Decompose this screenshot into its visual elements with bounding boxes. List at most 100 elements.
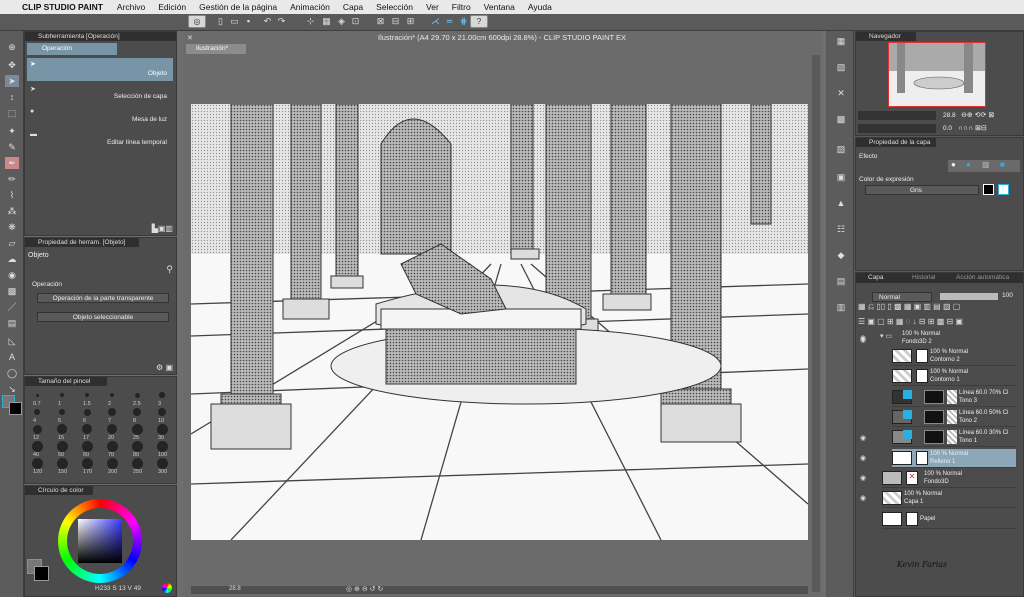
transform-icon[interactable]: ⊹: [305, 16, 316, 27]
drawing-canvas[interactable]: [191, 104, 808, 540]
tab-navegador[interactable]: Navegador: [856, 32, 916, 41]
eraser-tool-icon[interactable]: ▱: [5, 237, 19, 249]
menu-seleccion[interactable]: Selección: [376, 2, 413, 12]
blend-mode-dropdown[interactable]: Normal: [872, 292, 932, 302]
expression-color-white[interactable]: [998, 184, 1009, 195]
layer-option-icons[interactable]: ▦ ⎌ ▯▯ ▯ ▩ ▦ ▣ ▥ ▤ ▧ ▢: [858, 302, 960, 312]
color-mode-icon[interactable]: [162, 583, 172, 593]
material-icon-6[interactable]: ▣: [834, 171, 848, 183]
brush-size-dot[interactable]: [60, 393, 64, 397]
eye-icon[interactable]: ◉: [860, 454, 866, 462]
material-icon-11[interactable]: ▥: [834, 301, 848, 313]
snap-special-ruler-icon[interactable]: ⋍: [444, 16, 455, 27]
invert-selection-icon[interactable]: ⊟: [390, 16, 401, 27]
menu-edicion[interactable]: Edición: [158, 2, 186, 12]
material-icon-10[interactable]: ▤: [834, 275, 848, 287]
effect-border-icon[interactable]: ●: [966, 160, 971, 169]
layer-action-icons[interactable]: ☰ ▣ ▢ ⊞ ▦ ◌ ↓ ⊟ ⊞ ▩ ⊟ ▣: [858, 317, 963, 326]
document-tab[interactable]: Ilustración*: [186, 44, 246, 54]
eye-icon[interactable]: ◉: [860, 494, 866, 502]
brush-size-dot[interactable]: [31, 440, 43, 452]
tab-historial[interactable]: Historial: [912, 274, 935, 281]
brush-size-dot[interactable]: [159, 392, 165, 398]
material-icon-8[interactable]: ☷: [834, 223, 848, 235]
figure-tool-icon[interactable]: ／: [5, 301, 19, 313]
eye-icon[interactable]: ◉: [860, 474, 866, 482]
app-menu[interactable]: CLIP STUDIO PAINT: [22, 2, 103, 12]
brush-size-dot[interactable]: [108, 408, 116, 416]
brush-size-dot[interactable]: [85, 393, 89, 397]
eye-icon[interactable]: ◉: [860, 434, 866, 442]
zoom-slider[interactable]: [858, 111, 936, 120]
rotation-buttons[interactable]: ∩∩∩ ⊠⊟: [958, 124, 987, 132]
open-file-icon[interactable]: ▭: [229, 16, 240, 27]
brush-size-dot[interactable]: [56, 457, 68, 469]
zoom-tool-icon[interactable]: ⊕: [5, 41, 19, 53]
layer-papel[interactable]: Papel: [882, 510, 1016, 529]
brush-size-dot[interactable]: [32, 424, 42, 434]
brush-size-dot[interactable]: [157, 407, 167, 417]
close-icon[interactable]: ✕: [187, 34, 193, 42]
sub-color-swatch[interactable]: [9, 402, 22, 415]
effect-icons[interactable]: ● ● ▩ ■: [948, 160, 1020, 172]
brush-size-dot[interactable]: [106, 423, 118, 435]
tab-accion-automatica[interactable]: Acción automática: [956, 274, 1009, 281]
material-icon-4[interactable]: ▩: [834, 113, 848, 125]
balloon-tool-icon[interactable]: ◯: [5, 367, 19, 379]
material-icon-9[interactable]: ◆: [834, 249, 848, 261]
brush-size-dot[interactable]: [81, 457, 93, 469]
selection-tool-icon[interactable]: ⬚: [5, 107, 19, 119]
menu-ventana[interactable]: Ventana: [484, 2, 515, 12]
menu-capa[interactable]: Capa: [343, 2, 363, 12]
subtool-item-seleccion-capa[interactable]: ➤ Selección de capa: [27, 83, 173, 104]
blend-tool-icon[interactable]: ☁: [5, 253, 19, 265]
menu-ayuda[interactable]: Ayuda: [528, 2, 552, 12]
brush-size-dot[interactable]: [57, 424, 67, 434]
expression-color-dropdown[interactable]: Gris: [865, 185, 979, 195]
material-icon-1[interactable]: ▦: [834, 35, 848, 47]
text-tool-icon[interactable]: A: [5, 351, 19, 363]
saturation-value-square[interactable]: [78, 519, 122, 563]
fill-icon[interactable]: ◈: [336, 16, 347, 27]
new-file-icon[interactable]: ▯: [215, 16, 226, 27]
brush-size-dot[interactable]: [106, 457, 118, 469]
layer-fondo3d[interactable]: ✕ 100 % Normal Fondo3D: [882, 469, 1016, 488]
save-icon[interactable]: ▪: [243, 16, 254, 27]
frame-tool-icon[interactable]: ▤: [5, 317, 19, 329]
menu-gestion-pagina[interactable]: Gestión de la página: [199, 2, 277, 12]
layer-tono-1[interactable]: Línea 60.0 30% Ci Tono 1: [892, 428, 1016, 447]
tab-layer-property[interactable]: Propiedad de la capa: [856, 138, 936, 147]
material-icon-5[interactable]: ▧: [834, 143, 848, 155]
material-icon-3[interactable]: ✕: [834, 87, 848, 99]
layer-capa-1[interactable]: 100 % Normal Capa 1: [882, 489, 1016, 508]
sub-color-swatch-2[interactable]: [34, 566, 49, 581]
zoom-buttons[interactable]: ⊖⊕ ⟲⟳ ⊠: [961, 111, 994, 119]
correct-line-tool-icon[interactable]: ↘: [5, 383, 19, 395]
ruler-tool-icon[interactable]: ◺: [5, 335, 19, 347]
effect-circle-icon[interactable]: ●: [951, 160, 956, 169]
status-bar-controls[interactable]: ◎ ⊕ ⊖ ↺ ↻: [346, 585, 383, 593]
undo-icon[interactable]: ↶: [262, 16, 273, 27]
help-icon[interactable]: ?: [470, 15, 488, 28]
menu-filtro[interactable]: Filtro: [452, 2, 471, 12]
brush-size-dot[interactable]: [35, 393, 39, 397]
brush-size-dot[interactable]: [81, 440, 93, 452]
brush-size-dot[interactable]: [31, 457, 43, 469]
brush-size-dot[interactable]: [82, 424, 92, 434]
selection-icon[interactable]: ⊞: [405, 16, 416, 27]
operation-tool-icon[interactable]: ➤: [5, 75, 19, 87]
fill-tool-icon[interactable]: ◉: [5, 269, 19, 281]
wrench-icon[interactable]: ⚲: [166, 264, 173, 275]
material-icon-2[interactable]: ▨: [834, 61, 848, 73]
layer-tono-3[interactable]: Línea 60.0 70% Ci Tono 3: [892, 388, 1016, 407]
vertical-scrollbar[interactable]: [812, 55, 820, 592]
expression-color-black[interactable]: [983, 184, 994, 195]
decoration-tool-icon[interactable]: ❋: [5, 221, 19, 233]
clip-studio-icon[interactable]: ◎: [188, 15, 206, 28]
pen-tool-icon[interactable]: ✒: [5, 157, 19, 169]
rotation-slider[interactable]: [858, 124, 936, 133]
tool-property-menu-icons[interactable]: ⚙ ▣: [156, 363, 173, 372]
gradient-tool-icon[interactable]: ▩: [5, 285, 19, 297]
brush-size-dot[interactable]: [156, 440, 168, 452]
tab-operacion[interactable]: Operación: [27, 43, 117, 55]
